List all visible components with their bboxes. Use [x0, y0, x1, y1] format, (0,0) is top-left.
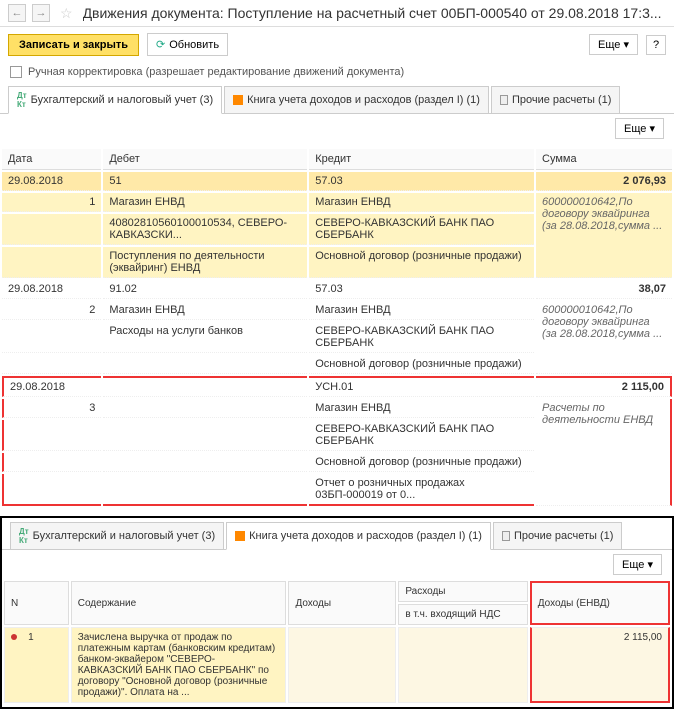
tab-other-2[interactable]: Прочие расчеты (1) [493, 522, 623, 549]
refresh-icon: ⟳ [156, 38, 165, 51]
table-row[interactable]: 1 Зачислена выручка от продаж по платежн… [4, 627, 670, 703]
table-row[interactable]: 29.08.2018 91.02 57.03 38,07 [2, 280, 672, 299]
dtkt-icon: ДтКт [17, 91, 27, 109]
th-content[interactable]: Содержание [71, 581, 287, 625]
th-income[interactable]: Доходы [288, 581, 396, 625]
table-row-highlighted[interactable]: 29.08.2018 УСН.01 2 115,00 [2, 376, 672, 397]
page-title: Движения документа: Поступление на расче… [83, 5, 662, 21]
book-icon [235, 531, 245, 541]
th-credit[interactable]: Кредит [309, 149, 534, 170]
th-sum[interactable]: Сумма [536, 149, 672, 170]
tab-label: Книга учета доходов и расходов (раздел I… [247, 94, 480, 106]
nav-back-button[interactable]: ← [8, 4, 26, 22]
tab-label: Книга учета доходов и расходов (раздел I… [249, 530, 482, 542]
row-marker-icon [11, 634, 17, 640]
accounting-table: Дата Дебет Кредит Сумма 29.08.2018 51 57… [0, 147, 674, 508]
favorite-star-icon[interactable]: ☆ [60, 5, 73, 22]
table-more-button[interactable]: Еще ▾ [615, 118, 664, 139]
refresh-label: Обновить [169, 39, 219, 51]
save-close-button[interactable]: Записать и закрыть [8, 34, 139, 56]
th-date[interactable]: Дата [2, 149, 101, 170]
refresh-button[interactable]: ⟳ Обновить [147, 33, 228, 56]
doc-icon [502, 531, 510, 541]
tab-label: Прочие расчеты (1) [512, 94, 612, 106]
th-debit[interactable]: Дебет [103, 149, 307, 170]
doc-icon [500, 95, 508, 105]
nav-forward-button[interactable]: → [32, 4, 50, 22]
table-row-highlighted[interactable]: 3 Магазин ЕНВД Расчеты по деятельности Е… [2, 399, 672, 418]
tab-book[interactable]: Книга учета доходов и расходов (раздел I… [224, 86, 489, 113]
table-row[interactable]: 1 Магазин ЕНВД Магазин ЕНВД 600000010642… [2, 193, 672, 212]
table-row[interactable]: 2 Магазин ЕНВД Магазин ЕНВД 600000010642… [2, 301, 672, 320]
manual-edit-label: Ручная корректировка (разрешает редактир… [28, 66, 404, 78]
manual-edit-checkbox[interactable] [10, 66, 22, 78]
help-button[interactable]: ? [646, 35, 666, 55]
tab-label: Бухгалтерский и налоговый учет (3) [31, 94, 214, 106]
tab-label: Бухгалтерский и налоговый учет (3) [33, 530, 216, 542]
book-icon [233, 95, 243, 105]
tab-accounting[interactable]: ДтКт Бухгалтерский и налоговый учет (3) [8, 86, 222, 114]
book-table: N Содержание Доходы Расходы Доходы (ЕНВД… [2, 579, 672, 705]
table2-more-button[interactable]: Еще ▾ [613, 554, 662, 575]
th-n[interactable]: N [4, 581, 69, 625]
th-expense[interactable]: Расходы [398, 581, 527, 602]
table-row[interactable]: 29.08.2018 51 57.03 2 076,93 [2, 172, 672, 191]
tabs-top: ДтКт Бухгалтерский и налоговый учет (3) … [0, 82, 674, 114]
th-income-envd[interactable]: Доходы (ЕНВД) [530, 581, 670, 625]
th-vat[interactable]: в т.ч. входящий НДС [398, 604, 527, 625]
more-button[interactable]: Еще ▾ [589, 34, 638, 55]
dtkt-icon: ДтКт [19, 527, 29, 545]
tab-accounting-2[interactable]: ДтКт Бухгалтерский и налоговый учет (3) [10, 522, 224, 549]
tab-other[interactable]: Прочие расчеты (1) [491, 86, 621, 113]
tab-book-2[interactable]: Книга учета доходов и расходов (раздел I… [226, 522, 491, 550]
tabs-bottom: ДтКт Бухгалтерский и налоговый учет (3) … [2, 518, 672, 550]
tab-label: Прочие расчеты (1) [514, 530, 614, 542]
